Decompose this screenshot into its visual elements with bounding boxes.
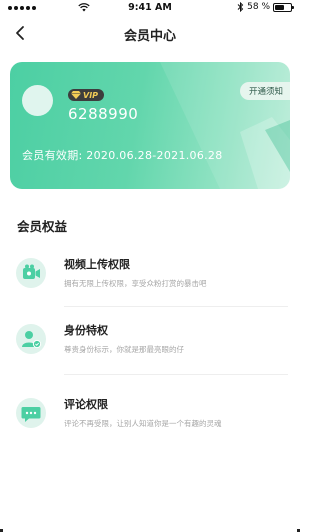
nav-bar: 会员中心 [0,18,300,48]
battery-percent: 58 % [247,2,270,12]
benefit-description: 拥有无限上传权限，享受众粉打赏的暴击吧 [64,279,207,288]
status-bar: 9:41 AM 58 % [0,0,300,16]
membership-validity: 会员有效期: 2020.06.28-2021.06.28 [22,149,223,162]
benefit-title: 视频上传权限 [64,258,130,271]
benefit-title: 评论权限 [64,398,108,411]
benefit-video-upload[interactable]: 视频上传权限 拥有无限上传权限，享受众粉打赏的暴击吧 [0,256,300,312]
battery-fill [275,4,284,10]
divider [64,306,288,307]
benefits-title: 会员权益 [17,219,68,234]
battery-icon [273,2,294,12]
user-id: 6288990 [68,105,139,123]
benefit-description: 评论不再受限，让别人知道你是一个有趣的灵魂 [64,419,222,428]
diamond-icon [71,91,81,99]
membership-notice-button[interactable]: 开通须知 [239,82,290,100]
vip-label: VIP [83,90,99,100]
divider [64,374,288,375]
benefit-identity[interactable]: 身份特权 尊贵身份标示，你就是那最亮眼的仔 [0,322,300,378]
comment-icon [16,398,46,428]
video-camera-icon [16,258,46,288]
status-right: 58 % [237,2,294,12]
bluetooth-icon [237,2,244,12]
member-card: VIP 6288990 会员有效期: 2020.06.28-2021.06.28… [10,62,290,189]
avatar[interactable] [22,85,53,116]
vip-badge: VIP [68,89,105,101]
benefit-comment[interactable]: 评论权限 评论不再受限，让别人知道你是一个有趣的灵魂 [0,396,300,452]
benefit-description: 尊贵身份标示，你就是那最亮眼的仔 [64,345,184,354]
benefit-title: 身份特权 [64,324,108,337]
user-badge-icon [16,324,46,354]
page-title: 会员中心 [123,29,176,44]
screen-corners [0,524,300,532]
